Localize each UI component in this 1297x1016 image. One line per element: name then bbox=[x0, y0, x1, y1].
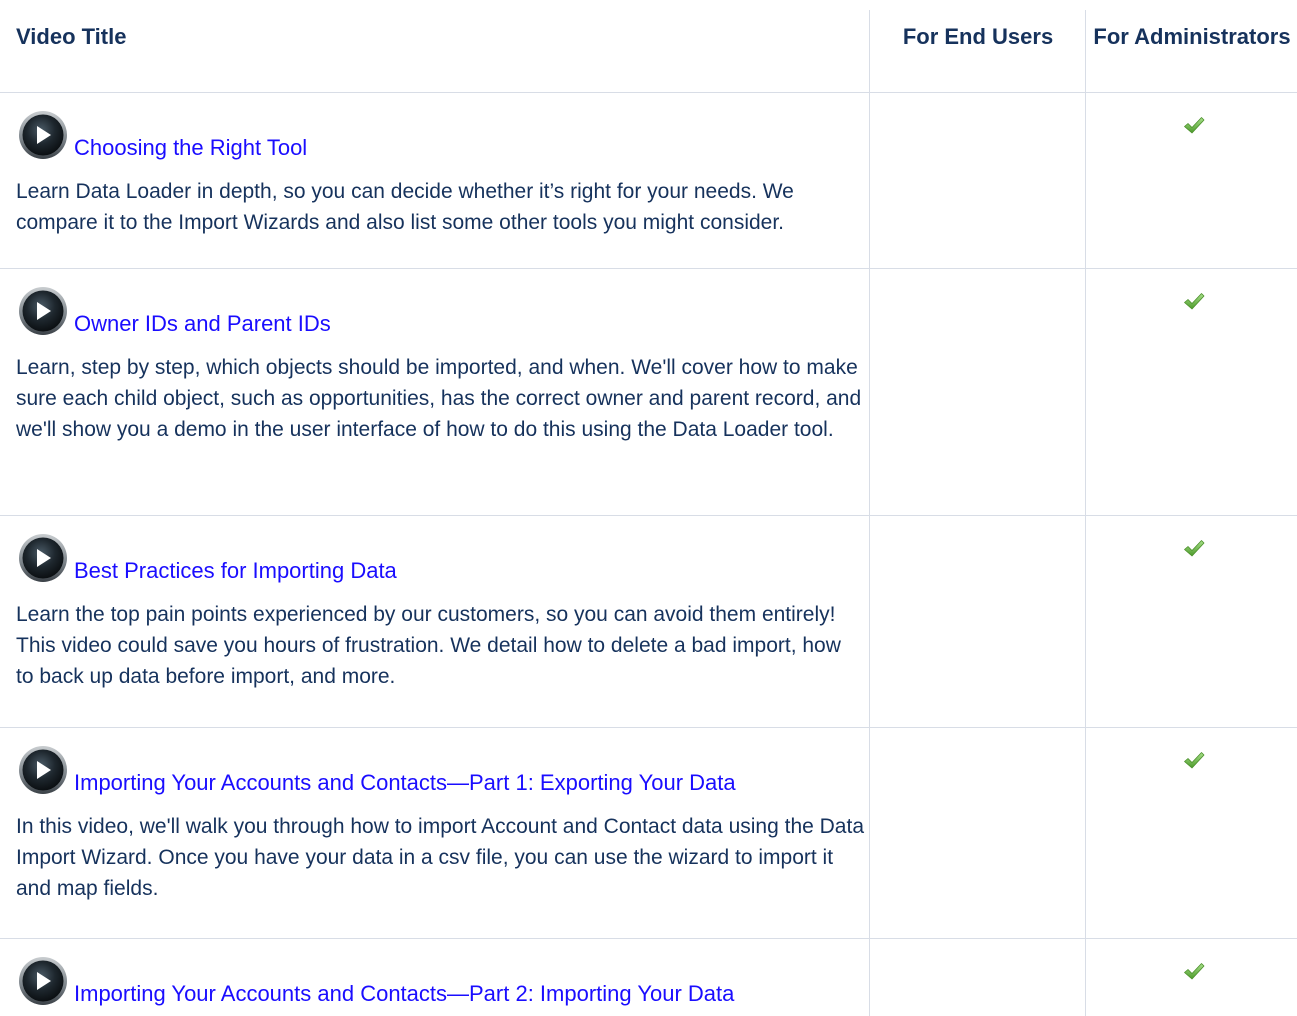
video-title-line: Importing Your Accounts and Contacts—Par… bbox=[16, 956, 858, 1008]
column-divider bbox=[1085, 10, 1086, 1016]
header-video-title: Video Title bbox=[16, 24, 127, 49]
play-icon[interactable] bbox=[16, 286, 72, 338]
check-icon bbox=[1184, 963, 1205, 980]
video-link[interactable]: Importing Your Accounts and Contacts—Par… bbox=[74, 769, 736, 797]
table-row: Best Practices for Importing Data Learn … bbox=[16, 533, 858, 692]
row-divider bbox=[0, 938, 1297, 939]
column-divider bbox=[869, 10, 870, 1016]
video-title-line: Importing Your Accounts and Contacts—Par… bbox=[16, 745, 858, 797]
table-row: Importing Your Accounts and Contacts—Par… bbox=[16, 745, 864, 904]
video-link[interactable]: Owner IDs and Parent IDs bbox=[74, 310, 331, 338]
row-divider bbox=[0, 727, 1297, 728]
video-description: Learn Data Loader in depth, so you can d… bbox=[16, 180, 794, 234]
row-divider bbox=[0, 515, 1297, 516]
video-link[interactable]: Choosing the Right Tool bbox=[74, 134, 307, 162]
table-row: Choosing the Right Tool Learn Data Loade… bbox=[16, 110, 858, 238]
header-end-users: For End Users bbox=[902, 24, 1054, 49]
play-icon[interactable] bbox=[16, 745, 72, 797]
video-description: In this video, we'll walk you through ho… bbox=[16, 815, 864, 900]
video-description: Learn the top pain points experienced by… bbox=[16, 603, 841, 688]
play-icon[interactable] bbox=[16, 533, 72, 585]
check-icon bbox=[1184, 293, 1205, 310]
play-icon[interactable] bbox=[16, 956, 72, 1008]
video-title-line: Best Practices for Importing Data bbox=[16, 533, 858, 585]
check-icon bbox=[1184, 752, 1205, 769]
video-title-line: Owner IDs and Parent IDs bbox=[16, 286, 858, 338]
row-divider bbox=[0, 92, 1297, 93]
video-link[interactable]: Importing Your Accounts and Contacts—Par… bbox=[74, 980, 734, 1008]
table-row: Importing Your Accounts and Contacts—Par… bbox=[16, 956, 858, 1008]
header-administrators: For Administrators bbox=[1093, 24, 1291, 49]
video-link[interactable]: Best Practices for Importing Data bbox=[74, 557, 397, 585]
table-row: Owner IDs and Parent IDs Learn, step by … bbox=[16, 286, 861, 445]
video-description: Learn, step by step, which objects shoul… bbox=[16, 356, 862, 441]
play-icon[interactable] bbox=[16, 110, 72, 162]
video-title-line: Choosing the Right Tool bbox=[16, 110, 858, 162]
check-icon bbox=[1184, 540, 1205, 557]
row-divider bbox=[0, 268, 1297, 269]
check-icon bbox=[1184, 117, 1205, 134]
